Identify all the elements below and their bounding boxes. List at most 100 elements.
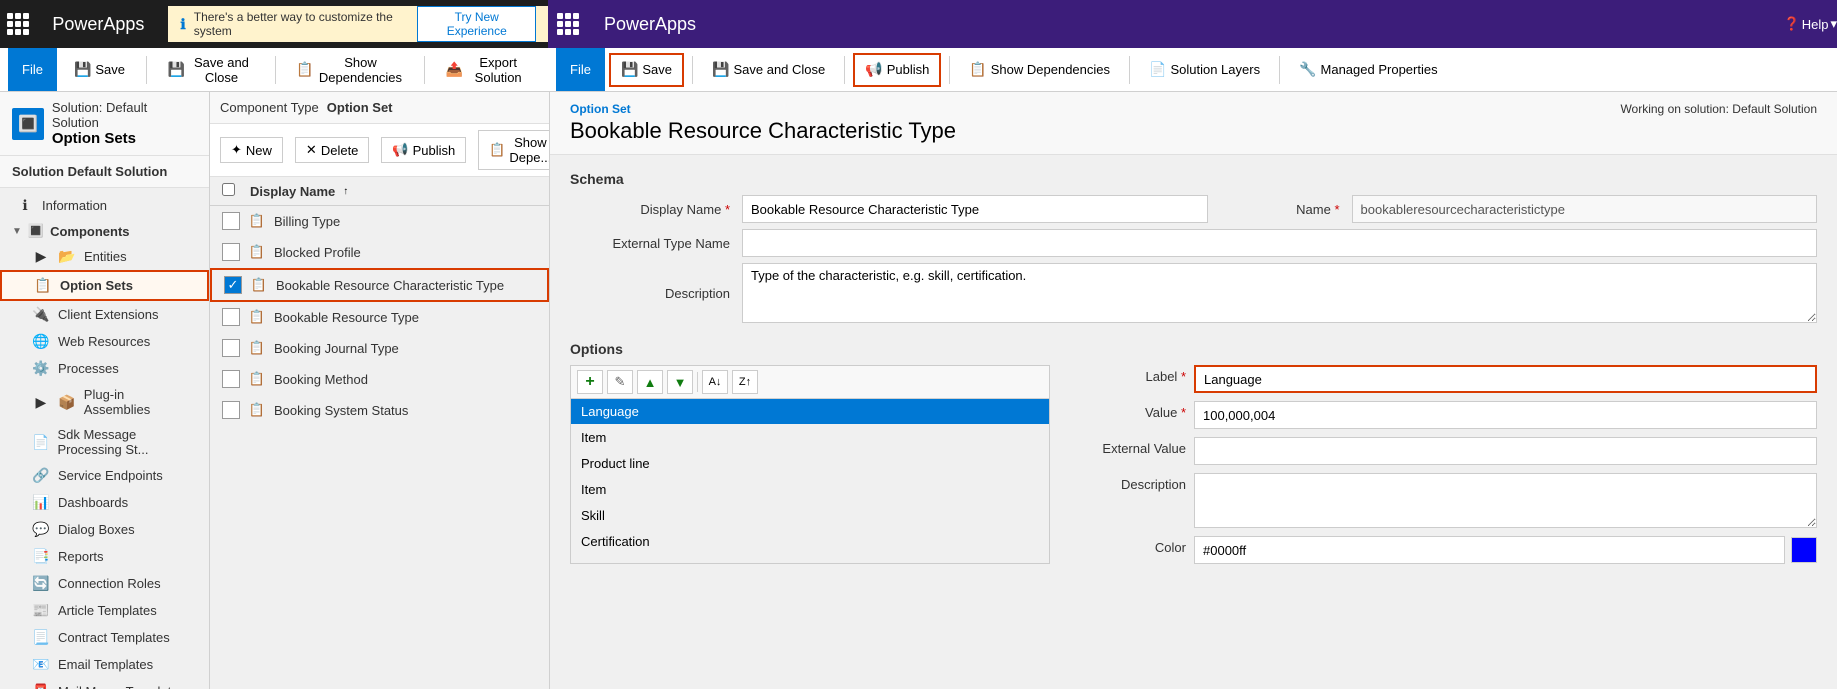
solution-layers-button[interactable]: 📄 Solution Layers: [1138, 53, 1271, 87]
ext-value-prop-input[interactable]: [1194, 437, 1817, 465]
row-checkbox-booking-method[interactable]: [222, 370, 240, 388]
export-icon: 📤: [446, 61, 463, 78]
edit-option-button[interactable]: ✎: [607, 370, 633, 394]
publish-button-right[interactable]: 📢 Publish: [853, 53, 941, 87]
option-item-item1[interactable]: Item: [571, 425, 1049, 451]
sidebar-item-reports[interactable]: 📑 Reports: [0, 543, 209, 570]
display-name-input[interactable]: [742, 195, 1208, 223]
delete-button[interactable]: ✕ Delete: [295, 137, 369, 163]
desc-prop-input[interactable]: [1194, 473, 1817, 528]
show-deps-list-button[interactable]: 📋 Show Depe...: [478, 130, 550, 170]
sep2: [275, 56, 276, 84]
ext-type-input[interactable]: [742, 229, 1817, 257]
sidebar-item-connection-roles[interactable]: 🔄 Connection Roles: [0, 570, 209, 597]
row-checkbox-booking-status[interactable]: [222, 401, 240, 419]
row-icon-bookable-char: 📋: [250, 277, 268, 293]
sidebar-item-option-sets[interactable]: 📋 Option Sets: [0, 270, 209, 301]
sidebar-item-service-endpoints[interactable]: 🔗 Service Endpoints: [0, 462, 209, 489]
sidebar-item-processes[interactable]: ⚙️ Processes: [0, 355, 209, 382]
publish-list-button[interactable]: 📢 Publish: [381, 137, 466, 163]
sidebar-item-information[interactable]: ℹ Information: [0, 192, 209, 219]
color-prop-label: Color: [1066, 536, 1186, 555]
row-checkbox-bookable-type[interactable]: [222, 308, 240, 326]
sidebar-item-email-templates[interactable]: 📧 Email Templates: [0, 651, 209, 678]
new-button[interactable]: ✦ New: [220, 137, 283, 163]
waffle-menu-left[interactable]: [0, 0, 36, 48]
try-new-button[interactable]: Try New Experience: [417, 6, 536, 42]
list-item[interactable]: 📋 Bookable Resource Type: [210, 302, 549, 333]
sidebar-item-dialog-boxes[interactable]: 💬 Dialog Boxes: [0, 516, 209, 543]
file-button-left[interactable]: File: [8, 48, 57, 91]
row-checkbox-billing[interactable]: [222, 212, 240, 230]
row-checkbox-booking-journal[interactable]: [222, 339, 240, 357]
sidebar-item-dashboards[interactable]: 📊 Dashboards: [0, 489, 209, 516]
list-item[interactable]: 📋 Booking Journal Type: [210, 333, 549, 364]
select-all-checkbox[interactable]: [222, 183, 235, 196]
save-button-right[interactable]: 💾 Save: [609, 53, 684, 87]
save-close-icon-left: 💾: [168, 61, 185, 78]
ext-value-prop-label: External Value: [1066, 437, 1186, 456]
list-item[interactable]: 📋 Booking System Status: [210, 395, 549, 426]
save-button-left[interactable]: 💾 Save: [63, 53, 136, 87]
list-item[interactable]: ✓ 📋 Bookable Resource Characteristic Typ…: [210, 268, 549, 302]
solution-header-text: Solution: Default Solution Option Sets: [52, 100, 197, 147]
color-swatch[interactable]: [1791, 537, 1817, 563]
add-option-button[interactable]: +: [577, 370, 603, 394]
sidebar-item-client-extensions[interactable]: 🔌 Client Extensions: [0, 301, 209, 328]
export-solution-button[interactable]: 📤 Export Solution: [435, 53, 540, 87]
schema-form-grid: Display Name * Name * External Type Name: [570, 195, 1817, 323]
sort-az-button[interactable]: A↓: [702, 370, 728, 394]
option-item-product-line[interactable]: Product line: [571, 451, 1049, 477]
sort-arrow[interactable]: ↑: [343, 186, 348, 197]
show-deps-button-left[interactable]: 📋 Show Dependencies: [285, 53, 414, 87]
move-down-button[interactable]: ▼: [667, 370, 693, 394]
list-item[interactable]: 📋 Blocked Profile: [210, 237, 549, 268]
save-close-button-right[interactable]: 💾 Save and Close: [701, 53, 836, 87]
show-deps-icon-left: 📋: [296, 61, 313, 78]
row-icon-booking-method: 📋: [248, 371, 266, 387]
top-banner-left: PowerApps ℹ There's a better way to cust…: [0, 0, 548, 48]
sidebar-item-article-templates[interactable]: 📰 Article Templates: [0, 597, 209, 624]
entities-icon: 📂: [58, 248, 76, 265]
managed-props-button[interactable]: 🔧 Managed Properties: [1288, 53, 1449, 87]
schema-label: Schema: [570, 171, 1817, 187]
options-content: + ✎ ▲ ▼ A↓ Z↑ Language Item Product line: [570, 365, 1817, 564]
desc-prop-label: Description: [1066, 473, 1186, 492]
name-input[interactable]: [1352, 195, 1818, 223]
save-close-button-left[interactable]: 💾 Save and Close: [157, 53, 265, 87]
sort-za-button[interactable]: Z↑: [732, 370, 758, 394]
option-item-language[interactable]: Language: [571, 399, 1049, 425]
sidebar-item-contract-templates[interactable]: 📃 Contract Templates: [0, 624, 209, 651]
move-up-button[interactable]: ▲: [637, 370, 663, 394]
list-item[interactable]: 📋 Booking Method: [210, 364, 549, 395]
rsep1: [692, 56, 693, 84]
row-checkbox-blocked[interactable]: [222, 243, 240, 261]
show-deps-button-right[interactable]: 📋 Show Dependencies: [958, 53, 1121, 87]
sidebar-item-entities[interactable]: ▶ 📂 Entities: [0, 243, 209, 270]
row-checkbox-bookable-char[interactable]: ✓: [224, 276, 242, 294]
help-link[interactable]: ❓ Help ▾: [1784, 16, 1837, 32]
name-label: Name *: [1220, 202, 1340, 217]
sidebar-item-components[interactable]: ▼ 🔳 Components: [0, 219, 209, 243]
value-prop-input[interactable]: [1194, 401, 1817, 429]
working-on-label: Working on solution: Default Solution: [1620, 102, 1817, 116]
entities-expand-icon: ▶: [32, 248, 50, 265]
save-icon-right: 💾: [621, 61, 638, 78]
option-item-item2[interactable]: Item: [571, 477, 1049, 503]
sidebar-item-mail-merge[interactable]: 📮 Mail Merge Templates: [0, 678, 209, 689]
dash-icon: 📊: [32, 494, 50, 511]
option-item-certification[interactable]: Certification: [571, 529, 1049, 555]
file-button-right[interactable]: File: [556, 48, 605, 91]
nav-group-main: ℹ Information ▼ 🔳 Components ▶ 📂 Entitie…: [0, 188, 209, 689]
description-schema-input[interactable]: Type of the characteristic, e.g. skill, …: [742, 263, 1817, 323]
left-nav: 🔳 Solution: Default Solution Option Sets…: [0, 92, 210, 689]
sidebar-item-web-resources[interactable]: 🌐 Web Resources: [0, 328, 209, 355]
label-prop-input[interactable]: [1194, 365, 1817, 393]
list-item[interactable]: 📋 Billing Type: [210, 206, 549, 237]
option-item-skill[interactable]: Skill: [571, 503, 1049, 529]
article-icon: 📰: [32, 602, 50, 619]
sidebar-item-sdk-message[interactable]: 📄 Sdk Message Processing St...: [0, 422, 209, 462]
color-prop-input[interactable]: [1194, 536, 1785, 564]
waffle-menu-right[interactable]: [548, 0, 588, 48]
sidebar-item-plugin-assemblies[interactable]: ▶ 📦 Plug-in Assemblies: [0, 382, 209, 422]
